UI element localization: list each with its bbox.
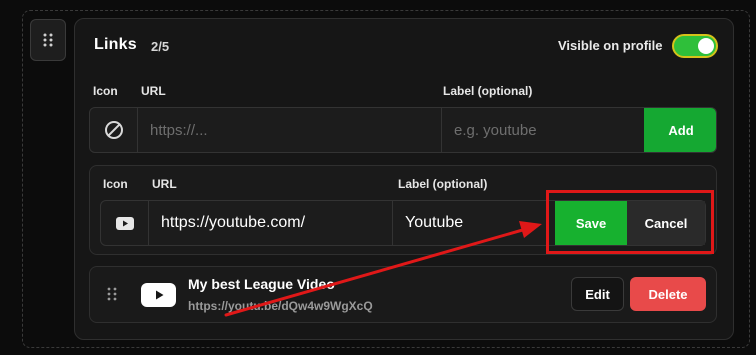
new-link-row: https://... e.g. youtube Add bbox=[89, 107, 717, 153]
header-url: URL bbox=[141, 84, 166, 98]
item-drag-icon[interactable] bbox=[107, 287, 117, 301]
edit-header-url: URL bbox=[152, 177, 177, 191]
youtube-icon bbox=[115, 216, 134, 230]
edit-button[interactable]: Edit bbox=[571, 277, 624, 311]
section-title: Links bbox=[94, 36, 137, 53]
edit-header-label: Label (optional) bbox=[398, 177, 488, 191]
ban-icon bbox=[104, 121, 123, 139]
delete-button[interactable]: Delete bbox=[630, 277, 706, 311]
icon-picker[interactable] bbox=[90, 108, 138, 152]
header-label: Label (optional) bbox=[443, 84, 533, 98]
youtube-icon bbox=[141, 283, 176, 307]
edit-label-input[interactable]: Youtube bbox=[393, 201, 547, 245]
link-url: https://youtu.be/dQw4w9WgXcQ bbox=[188, 299, 373, 313]
block-drag-handle[interactable] bbox=[30, 19, 66, 61]
links-count: 2/5 bbox=[151, 39, 170, 54]
edit-header-icon: Icon bbox=[103, 177, 128, 191]
url-input[interactable]: https://... bbox=[138, 108, 442, 152]
add-button[interactable]: Add bbox=[644, 108, 716, 152]
label-input[interactable]: e.g. youtube bbox=[442, 108, 644, 152]
visibility-label: Visible on profile bbox=[558, 38, 663, 53]
annotation-highlight-box bbox=[546, 190, 714, 254]
drag-dots-icon bbox=[43, 33, 53, 47]
visibility-toggle[interactable] bbox=[672, 34, 718, 58]
toggle-knob bbox=[698, 38, 714, 54]
link-title: My best League Video bbox=[188, 276, 335, 292]
header-icon: Icon bbox=[93, 84, 118, 98]
edit-icon-picker[interactable] bbox=[101, 201, 149, 245]
edit-url-input[interactable]: https://youtube.com/ bbox=[149, 201, 393, 245]
